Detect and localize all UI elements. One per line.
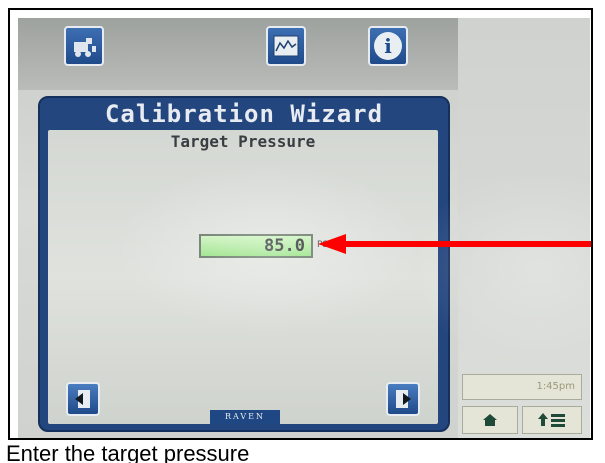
back-page-icon [75, 390, 90, 408]
raven-logo: RAVEN [210, 410, 280, 424]
next-page-icon [396, 390, 411, 408]
chart-icon [273, 35, 299, 57]
back-button[interactable] [66, 382, 100, 416]
calibration-wizard-dialog: Calibration Wizard Target Pressure 85.0 … [38, 96, 450, 432]
panel-heading: Target Pressure [170, 132, 316, 151]
photo-frame: i Calibration Wizard Target Pressure 85.… [8, 8, 593, 440]
next-button[interactable] [386, 382, 420, 416]
display-screen: i Calibration Wizard Target Pressure 85.… [18, 18, 591, 438]
caption-text: Enter the target pressure [6, 443, 250, 463]
up-menu-icon [538, 413, 565, 427]
red-arrow-annotation [318, 234, 591, 254]
wizard-panel: Target Pressure 85.0 PSI RAVEN [48, 130, 438, 424]
machine-setup-icon [74, 38, 96, 57]
target-pressure-field[interactable]: 85.0 [199, 234, 313, 258]
top-toolbar: i [18, 18, 458, 90]
wizard-title: Calibration Wizard [104, 100, 384, 128]
info-button[interactable]: i [368, 26, 408, 66]
info-icon: i [374, 32, 402, 60]
status-side-area: 1:45pm [458, 18, 590, 438]
home-icon [483, 414, 497, 426]
chart-button[interactable] [266, 26, 306, 66]
home-button[interactable] [462, 406, 518, 434]
machine-setup-button[interactable] [64, 26, 104, 66]
menu-button[interactable] [522, 406, 582, 434]
clock-display: 1:45pm [462, 374, 582, 400]
